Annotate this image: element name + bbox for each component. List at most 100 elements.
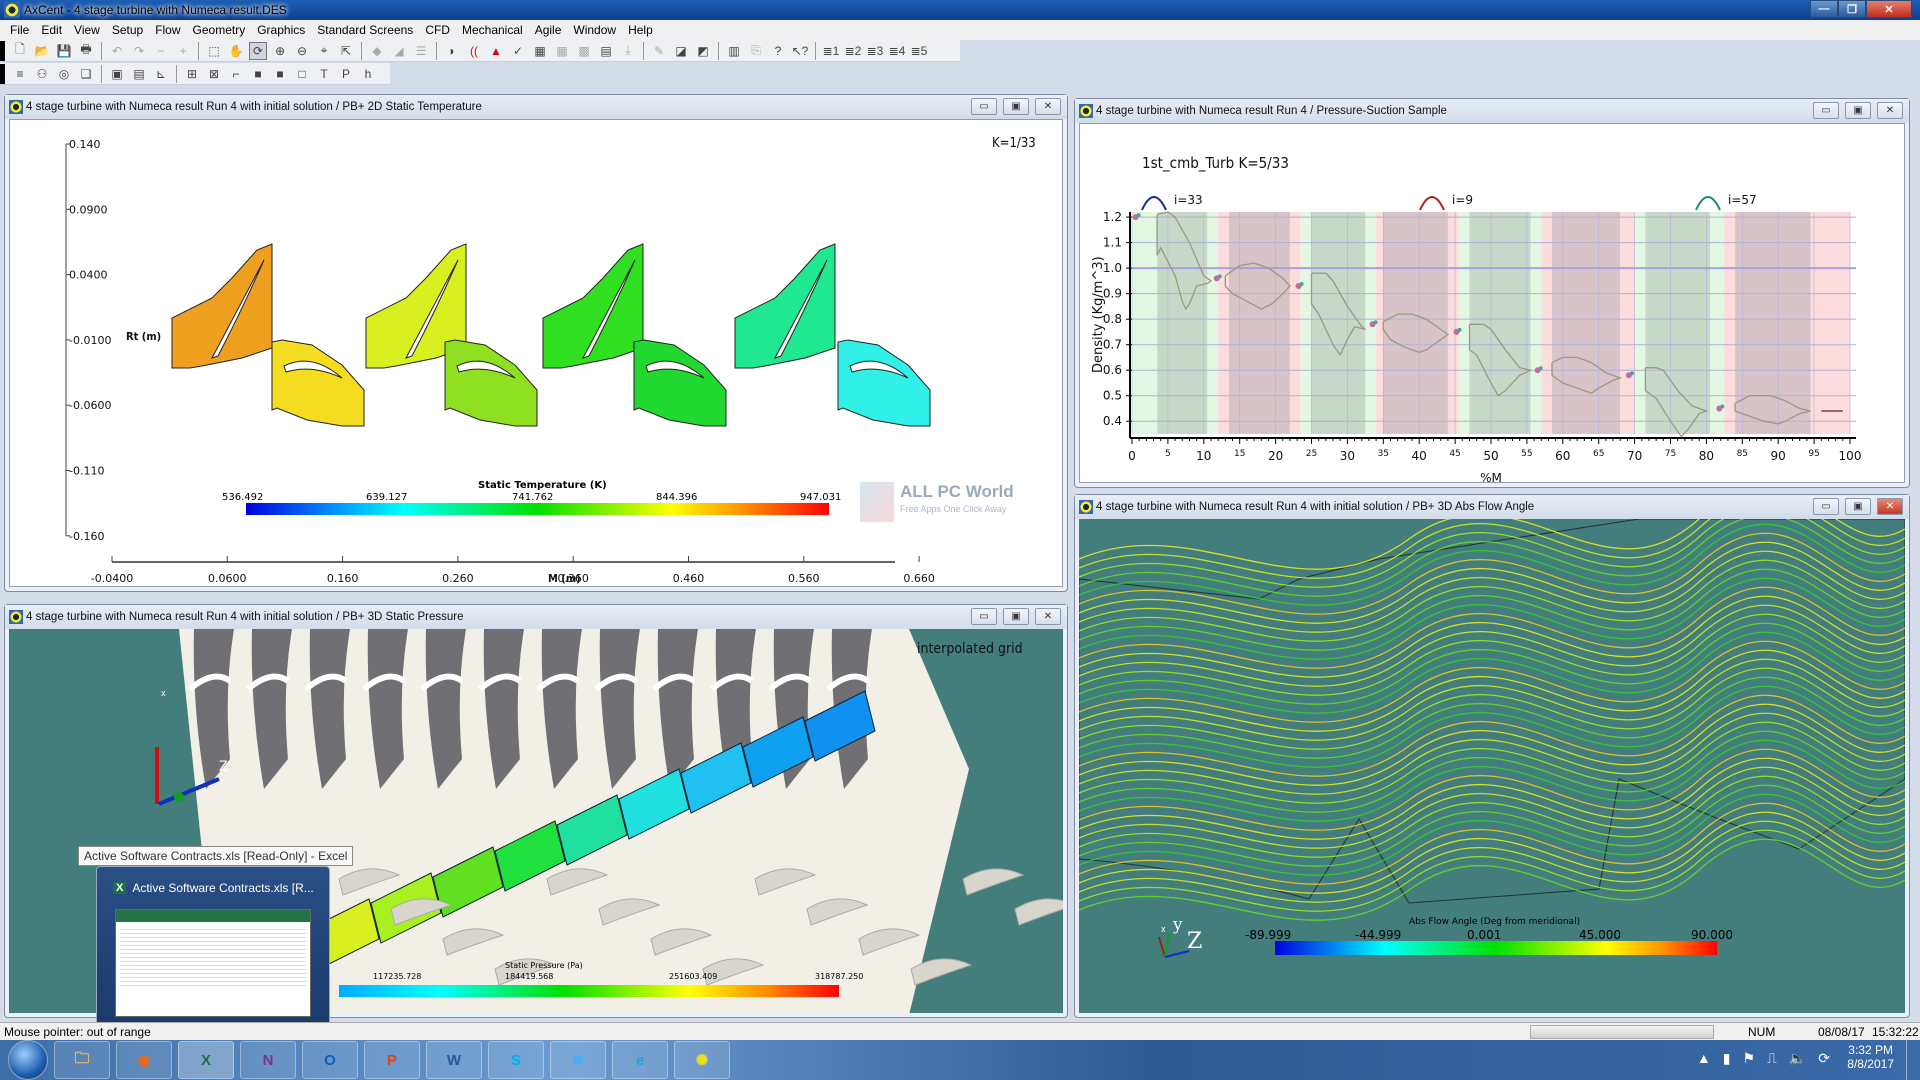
menu-setup[interactable]: Setup: [106, 23, 149, 37]
mesh-dim-icon[interactable]: ▦: [553, 42, 571, 60]
network-plug-icon[interactable]: ⎍: [1767, 1050, 1777, 1067]
align-icon[interactable]: ≡: [11, 65, 29, 83]
box2-icon[interactable]: ■: [271, 65, 289, 83]
step-icon[interactable]: ⌐: [227, 65, 245, 83]
window-2d-static-temperature[interactable]: 4 stage turbine with Numeca result Run 4…: [4, 94, 1068, 592]
close-button[interactable]: ✕: [1035, 98, 1061, 115]
action-center-flag-icon[interactable]: ⚑: [1742, 1050, 1755, 1067]
plus-icon[interactable]: +: [174, 42, 192, 60]
menu-standard-screens[interactable]: Standard Screens: [311, 23, 419, 37]
axis-icon[interactable]: ⊾: [152, 65, 170, 83]
duct-icon[interactable]: ◪: [672, 42, 690, 60]
save-icon[interactable]: 💾: [55, 42, 73, 60]
taskbar-excel-button[interactable]: X: [178, 1041, 234, 1079]
blade-icon[interactable]: ◆: [368, 42, 386, 60]
pan-hand-icon[interactable]: ✋: [227, 42, 245, 60]
blade-stack-icon[interactable]: ◢: [390, 42, 408, 60]
maximize-button[interactable]: ▣: [1003, 608, 1029, 625]
mesh-icon[interactable]: ▦: [531, 42, 549, 60]
window-header[interactable]: 4 stage turbine with Numeca result Run 4…: [1075, 495, 1909, 519]
sync-icon[interactable]: ⟳: [1818, 1050, 1830, 1067]
close-button[interactable]: ✕: [1866, 0, 1912, 18]
redo-icon[interactable]: ↷: [130, 42, 148, 60]
chart-icon[interactable]: ▥: [725, 42, 743, 60]
duct-arrow-icon[interactable]: ◩: [694, 42, 712, 60]
taskbar-word-button[interactable]: W: [426, 1041, 482, 1079]
download-icon[interactable]: ⤓: [619, 42, 637, 60]
plot-3-icon[interactable]: ≣3: [866, 42, 884, 60]
power-icon[interactable]: ▮: [1723, 1050, 1731, 1067]
plot-1-icon[interactable]: ≣1: [822, 42, 840, 60]
arcs-icon[interactable]: ((: [465, 42, 483, 60]
plot-area-2d-temperature[interactable]: 0.140 0.0900 0.0400 -0.0100 -0.0600 -0.110 -0.…: [9, 119, 1063, 587]
zoom-in-icon[interactable]: ⊕: [271, 42, 289, 60]
volume-icon[interactable]: 🔈: [1789, 1050, 1806, 1067]
taskbar-firefox-button[interactable]: ◉: [116, 1041, 172, 1079]
maximize-button[interactable]: ▣: [1003, 98, 1029, 115]
zoom-out-icon[interactable]: ⊖: [293, 42, 311, 60]
undo-icon[interactable]: ↶: [108, 42, 126, 60]
help-icon[interactable]: ?: [769, 42, 787, 60]
target-icon[interactable]: ◎: [55, 65, 73, 83]
taskbar-axcent-button[interactable]: ✺: [674, 1041, 730, 1079]
list-icon[interactable]: ☰: [412, 42, 430, 60]
taskbar-outlook-button[interactable]: O: [302, 1041, 358, 1079]
notes-icon[interactable]: ✎: [650, 42, 668, 60]
plot-2-icon[interactable]: ≣2: [844, 42, 862, 60]
minimize-button[interactable]: ▭: [1813, 498, 1839, 515]
restore-button[interactable]: ❐: [1838, 0, 1866, 18]
rotate-icon[interactable]: ⟳: [249, 41, 267, 60]
menu-file[interactable]: File: [4, 23, 35, 37]
menu-edit[interactable]: Edit: [35, 23, 68, 37]
menu-flow[interactable]: Flow: [149, 23, 186, 37]
taskbar-skype-button[interactable]: S: [488, 1041, 544, 1079]
close-button[interactable]: ✕: [1877, 102, 1903, 119]
open-folder-icon[interactable]: 📂: [33, 42, 51, 60]
menu-graphics[interactable]: Graphics: [251, 23, 311, 37]
window-pressure-suction-sample[interactable]: 4 stage turbine with Numeca result Run 4…: [1074, 98, 1910, 488]
close-button[interactable]: ✕: [1877, 498, 1903, 515]
minimize-button[interactable]: ▭: [1813, 102, 1839, 119]
layers-icon[interactable]: ❏: [77, 65, 95, 83]
copy-icon[interactable]: ⎘: [747, 42, 765, 60]
calendar-grid-icon[interactable]: ▤: [597, 42, 615, 60]
maximize-button[interactable]: ▣: [1845, 102, 1871, 119]
taskbar-clock[interactable]: 3:32 PM 8/8/2017: [1847, 1043, 1894, 1071]
sheets-icon[interactable]: ▤: [130, 65, 148, 83]
menu-agile[interactable]: Agile: [529, 23, 568, 37]
menu-view[interactable]: View: [68, 23, 106, 37]
crosshair-icon[interactable]: ⌖: [315, 42, 333, 60]
menu-cfd[interactable]: CFD: [419, 23, 456, 37]
close-button[interactable]: ✕: [1035, 608, 1061, 625]
maximize-button[interactable]: ▣: [1845, 498, 1871, 515]
show-hidden-icons[interactable]: ▲: [1697, 1050, 1711, 1067]
viewport-3d-flow-angle[interactable]: x y Z Abs Flow Angle (Deg from meridiona…: [1079, 519, 1905, 1013]
grid-diag-icon[interactable]: ⊠: [205, 65, 223, 83]
taskbar-file-explorer-button[interactable]: 🗀: [54, 1041, 110, 1079]
zoom-window-icon[interactable]: ⬚: [205, 42, 223, 60]
check-icon[interactable]: ✓: [509, 42, 527, 60]
grid-dim-icon[interactable]: ▩: [575, 42, 593, 60]
box-icon[interactable]: ■: [249, 65, 267, 83]
start-button[interactable]: [8, 1040, 48, 1080]
nodes-icon[interactable]: ⚇: [33, 65, 51, 83]
minimize-button[interactable]: —: [1810, 0, 1838, 18]
taskbar-internet-explorer-button[interactable]: e: [612, 1041, 668, 1079]
box3-icon[interactable]: □: [293, 65, 311, 83]
new-file-icon[interactable]: 🗋: [11, 42, 29, 60]
taskbar-onenote-button[interactable]: N: [240, 1041, 296, 1079]
toolbar-grip[interactable]: [0, 40, 5, 61]
p-block-icon[interactable]: P: [337, 65, 355, 83]
minimize-button[interactable]: ▭: [971, 98, 997, 115]
menu-help[interactable]: Help: [622, 23, 659, 37]
excel-window-thumbnail[interactable]: X Active Software Contracts.xls [R...: [96, 866, 330, 1028]
minus-icon[interactable]: −: [152, 42, 170, 60]
toolbar-grip[interactable]: [0, 63, 5, 84]
flowpath-icon[interactable]: ◗: [443, 42, 461, 60]
plot-4-icon[interactable]: ≣4: [888, 42, 906, 60]
show-desktop-button[interactable]: [1906, 1040, 1920, 1080]
menu-window[interactable]: Window: [567, 23, 622, 37]
h-block-icon[interactable]: h: [359, 65, 377, 83]
window-header[interactable]: 4 stage turbine with Numeca result Run 4…: [5, 605, 1067, 629]
window-3d-abs-flow-angle[interactable]: 4 stage turbine with Numeca result Run 4…: [1074, 494, 1910, 1018]
